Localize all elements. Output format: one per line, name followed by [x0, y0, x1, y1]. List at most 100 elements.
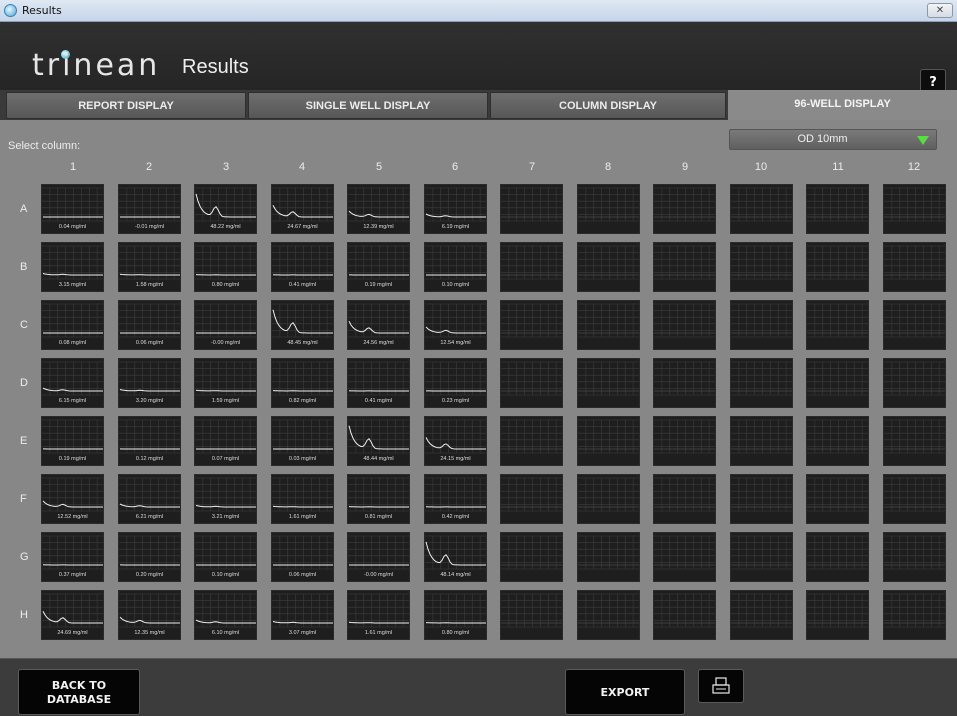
tab-single-well-display[interactable]: SINGLE WELL DISPLAY [248, 92, 488, 119]
well-b8[interactable] [577, 242, 640, 292]
well-c8[interactable] [577, 300, 640, 350]
well-h9[interactable] [653, 590, 716, 640]
column-header-8[interactable]: 8 [578, 161, 638, 173]
well-g8[interactable] [577, 532, 640, 582]
well-g1[interactable]: 0.37 mg/ml [41, 532, 104, 582]
well-d9[interactable] [653, 358, 716, 408]
well-c1[interactable]: 0.08 mg/ml [41, 300, 104, 350]
column-header-6[interactable]: 6 [425, 161, 485, 173]
well-c5[interactable]: 24.56 mg/ml [347, 300, 410, 350]
well-f6[interactable]: 0.42 mg/ml [424, 474, 487, 524]
well-e8[interactable] [577, 416, 640, 466]
well-h8[interactable] [577, 590, 640, 640]
well-f7[interactable] [500, 474, 563, 524]
well-c12[interactable] [883, 300, 946, 350]
column-header-5[interactable]: 5 [349, 161, 409, 173]
tab-column-display[interactable]: COLUMN DISPLAY [490, 92, 726, 119]
well-d3[interactable]: 1.59 mg/ml [194, 358, 257, 408]
well-g12[interactable] [883, 532, 946, 582]
well-a8[interactable] [577, 184, 640, 234]
well-c6[interactable]: 12.54 mg/ml [424, 300, 487, 350]
well-e4[interactable]: 0.03 mg/ml [271, 416, 334, 466]
close-icon[interactable]: ✕ [927, 3, 953, 18]
well-h7[interactable] [500, 590, 563, 640]
export-button[interactable]: EXPORT [565, 669, 685, 715]
print-button[interactable] [698, 669, 744, 703]
well-b2[interactable]: 1.58 mg/ml [118, 242, 181, 292]
well-g5[interactable]: -0.00 mg/ml [347, 532, 410, 582]
well-d8[interactable] [577, 358, 640, 408]
well-a2[interactable]: -0.01 mg/ml [118, 184, 181, 234]
column-header-3[interactable]: 3 [196, 161, 256, 173]
well-f10[interactable] [730, 474, 793, 524]
well-b5[interactable]: 0.19 mg/ml [347, 242, 410, 292]
well-c3[interactable]: -0.00 mg/ml [194, 300, 257, 350]
well-a5[interactable]: 12.39 mg/ml [347, 184, 410, 234]
well-f11[interactable] [806, 474, 869, 524]
well-e9[interactable] [653, 416, 716, 466]
well-b11[interactable] [806, 242, 869, 292]
well-e1[interactable]: 0.19 mg/ml [41, 416, 104, 466]
well-g10[interactable] [730, 532, 793, 582]
well-e5[interactable]: 48.44 mg/ml [347, 416, 410, 466]
well-h11[interactable] [806, 590, 869, 640]
well-d4[interactable]: 0.82 mg/ml [271, 358, 334, 408]
well-c2[interactable]: 0.06 mg/ml [118, 300, 181, 350]
well-b10[interactable] [730, 242, 793, 292]
well-c4[interactable]: 48.45 mg/ml [271, 300, 334, 350]
column-header-7[interactable]: 7 [502, 161, 562, 173]
well-h1[interactable]: 24.69 mg/ml [41, 590, 104, 640]
well-e3[interactable]: 0.07 mg/ml [194, 416, 257, 466]
well-h5[interactable]: 1.61 mg/ml [347, 590, 410, 640]
well-g11[interactable] [806, 532, 869, 582]
column-header-12[interactable]: 12 [884, 161, 944, 173]
well-d6[interactable]: 0.23 mg/ml [424, 358, 487, 408]
well-f9[interactable] [653, 474, 716, 524]
well-h4[interactable]: 3.07 mg/ml [271, 590, 334, 640]
well-b9[interactable] [653, 242, 716, 292]
well-h6[interactable]: 0.80 mg/ml [424, 590, 487, 640]
well-a6[interactable]: 6.19 mg/ml [424, 184, 487, 234]
well-g7[interactable] [500, 532, 563, 582]
well-h3[interactable]: 6.10 mg/ml [194, 590, 257, 640]
well-b12[interactable] [883, 242, 946, 292]
well-a12[interactable] [883, 184, 946, 234]
column-header-4[interactable]: 4 [272, 161, 332, 173]
well-a1[interactable]: 0.04 mg/ml [41, 184, 104, 234]
well-f8[interactable] [577, 474, 640, 524]
well-h10[interactable] [730, 590, 793, 640]
well-d11[interactable] [806, 358, 869, 408]
measurement-mode-dropdown[interactable]: OD 10mm [729, 129, 937, 150]
column-header-2[interactable]: 2 [119, 161, 179, 173]
well-a10[interactable] [730, 184, 793, 234]
column-header-11[interactable]: 11 [808, 161, 868, 173]
well-a11[interactable] [806, 184, 869, 234]
well-e11[interactable] [806, 416, 869, 466]
well-d5[interactable]: 0.41 mg/ml [347, 358, 410, 408]
well-f5[interactable]: 0.81 mg/ml [347, 474, 410, 524]
well-d10[interactable] [730, 358, 793, 408]
well-d2[interactable]: 3.20 mg/ml [118, 358, 181, 408]
well-f12[interactable] [883, 474, 946, 524]
well-a7[interactable] [500, 184, 563, 234]
well-g6[interactable]: 48.14 mg/ml [424, 532, 487, 582]
well-c10[interactable] [730, 300, 793, 350]
well-f1[interactable]: 12.52 mg/ml [41, 474, 104, 524]
column-header-10[interactable]: 10 [731, 161, 791, 173]
well-e2[interactable]: 0.12 mg/ml [118, 416, 181, 466]
well-e7[interactable] [500, 416, 563, 466]
well-c11[interactable] [806, 300, 869, 350]
well-a4[interactable]: 24.67 mg/ml [271, 184, 334, 234]
well-d12[interactable] [883, 358, 946, 408]
back-to-database-button[interactable]: BACK TO DATABASE [18, 669, 140, 715]
well-d1[interactable]: 6.15 mg/ml [41, 358, 104, 408]
well-b6[interactable]: 0.10 mg/ml [424, 242, 487, 292]
tab-report-display[interactable]: REPORT DISPLAY [6, 92, 246, 119]
well-f2[interactable]: 6.21 mg/ml [118, 474, 181, 524]
well-h2[interactable]: 12.35 mg/ml [118, 590, 181, 640]
well-f3[interactable]: 3.21 mg/ml [194, 474, 257, 524]
well-g2[interactable]: 0.20 mg/ml [118, 532, 181, 582]
well-e6[interactable]: 24.15 mg/ml [424, 416, 487, 466]
well-b7[interactable] [500, 242, 563, 292]
well-e12[interactable] [883, 416, 946, 466]
